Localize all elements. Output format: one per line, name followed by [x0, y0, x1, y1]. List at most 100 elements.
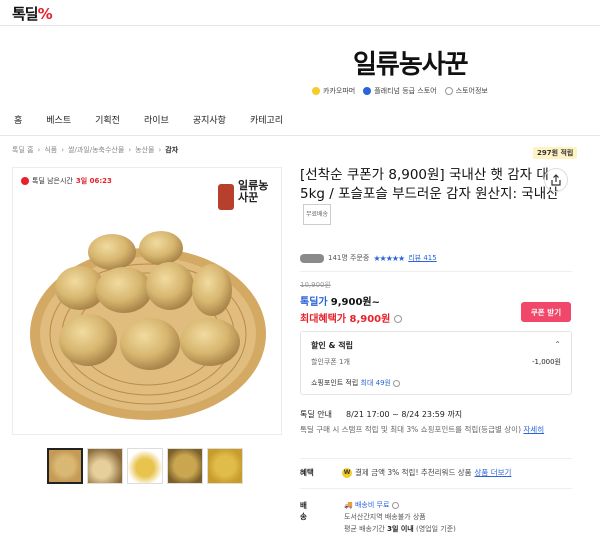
shopping-points: 쇼핑포인트 적립 최대 49원 — [311, 378, 401, 388]
deal-price-label: 톡딜가 — [300, 297, 328, 308]
platinum-badge-icon — [363, 87, 372, 95]
info-icon[interactable] — [393, 315, 402, 323]
deal-price: 톡딜가 9,900원~ — [300, 293, 380, 308]
store-link-platinum[interactable]: 플래티넘 등급 스토어 — [363, 86, 437, 96]
info-icon — [444, 87, 453, 95]
deal-note: 톡딜 구매 시 스탬프 적립 및 최대 3% 쇼핑포인트를 적립(등급별 상이)… — [300, 424, 580, 435]
max-price-label: 최대혜택가 — [300, 314, 346, 325]
info-icon[interactable] — [391, 501, 399, 509]
truck-icon: 🚚 — [344, 501, 353, 509]
thumbnail[interactable] — [167, 448, 203, 484]
product-image[interactable] — [14, 204, 282, 434]
store-link-label: 플래티넘 등급 스토어 — [374, 87, 437, 95]
points-label: 쇼핑포인트 적립 — [311, 379, 359, 387]
breadcrumb-item[interactable]: 톡딜 홈 — [12, 145, 34, 155]
divider — [300, 458, 572, 459]
nav-item-best[interactable]: 베스트 — [34, 113, 83, 126]
nav-item-live[interactable]: 라이브 — [132, 113, 181, 126]
info-icon[interactable] — [393, 379, 401, 387]
points-badge: 297원 적립 — [533, 147, 578, 159]
logo-text: 톡딜 — [12, 5, 39, 23]
original-price: 10,900원 — [300, 281, 331, 289]
potatoes — [55, 231, 240, 370]
chevron-right-icon: › — [61, 146, 65, 154]
thumbnail[interactable] — [127, 448, 163, 484]
chevron-right-icon: › — [37, 146, 41, 154]
deal-price-value: 9,900원~ — [330, 297, 381, 308]
discount-box: 할인 & 적립 ⌃ 할인쿠폰 1개 -1,000원 쇼핑포인트 적립 최대 49… — [300, 331, 572, 395]
points-max: 최대 49원 — [360, 379, 391, 387]
divider — [300, 271, 572, 272]
clock-icon — [21, 177, 29, 185]
reward-badge-icon: W — [342, 467, 352, 478]
avg-delivery-suffix: (영업일 기준) — [415, 525, 456, 533]
store-link-info[interactable]: 스토어정보 — [444, 86, 488, 96]
rating-stars: ★★★★★ — [373, 253, 405, 263]
coupon-label: 할인쿠폰 1개 — [311, 358, 350, 366]
nav-item-exhibition[interactable]: 기획전 — [83, 113, 132, 126]
divider — [300, 488, 572, 489]
nav-item-category[interactable]: 카테고리 — [238, 113, 295, 126]
review-row: 141명 주문중 ★★★★★ 리뷰 415 — [300, 253, 437, 263]
benefit-label: 혜택 — [300, 468, 314, 477]
buyer-avatars-icon — [300, 253, 324, 263]
free-shipping-line: 🚚 배송비 무료 — [344, 500, 564, 512]
avg-delivery-days: 3일 이내 — [387, 525, 414, 533]
max-price-value: 8,900원 — [349, 314, 391, 325]
chevron-right-icon: › — [158, 146, 162, 154]
thumbnail-strip — [47, 448, 243, 484]
breadcrumb-item[interactable]: 식품 — [44, 145, 57, 155]
deal-info-label: 톡딜 안내 — [300, 410, 332, 419]
benefit-more-link[interactable]: 상품 더보기 — [475, 467, 512, 478]
share-button[interactable] — [544, 168, 568, 192]
region-note: 도서산간지역 배송불가 상품 — [344, 513, 426, 521]
store-links: 카카오파머 플래티넘 등급 스토어 스토어정보 — [312, 86, 488, 96]
get-coupon-button[interactable]: 쿠폰 받기 — [521, 302, 571, 322]
max-benefit-price: 최대혜택가 8,900원 — [300, 310, 402, 325]
nav-item-notice[interactable]: 공지사항 — [181, 113, 238, 126]
timer-label: 톡딜 남은시간 — [32, 177, 73, 185]
free-shipping-text: 배송비 무료 — [354, 501, 390, 509]
kakao-farmer-icon — [312, 87, 320, 95]
thumbnail[interactable] — [207, 448, 243, 484]
review-link[interactable]: 리뷰 415 — [408, 253, 436, 263]
timer-value: 3일 06:23 — [75, 177, 112, 185]
benefit-value: W 결제 금액 3% 적립! 추천리워드 상품 상품 더보기 — [342, 467, 511, 478]
deal-info-period: 8/21 17:00 ~ 8/24 23:59 까지 — [345, 410, 463, 419]
breadcrumb-item[interactable]: 농산물 — [135, 145, 154, 155]
chevron-right-icon: › — [128, 146, 132, 154]
store-link-label: 스토어정보 — [455, 87, 488, 95]
product-title-text: [선착순 쿠폰가 8,900원] 국내산 햇 감자 대 5kg / 포슬포슬 부… — [300, 167, 559, 202]
store-link-kakao-farmer[interactable]: 카카오파머 — [312, 86, 355, 96]
brand-stamp-text: 일류농사꾼 — [238, 179, 269, 204]
deal-info: 톡딜 안내 8/21 17:00 ~ 8/24 23:59 까지 — [300, 409, 462, 420]
discount-header: 할인 & 적립 — [311, 341, 353, 350]
store-nav: 홈 베스트 기획전 라이브 공지사항 카테고리 — [0, 104, 600, 136]
breadcrumb: 톡딜 홈 › 식품 › 쌀/과일/농축수산물 › 농산물 › 감자 — [12, 145, 178, 155]
product-title: [선착순 쿠폰가 8,900원] 국내산 햇 감자 대 5kg / 포슬포슬 부… — [300, 166, 562, 225]
chevron-up-icon[interactable]: ⌃ — [554, 340, 561, 349]
product-image-card: 톡딜 남은시간 3일 06:23 일류농사꾼 — [12, 167, 282, 435]
logo-mark: % — [37, 5, 53, 23]
shipping-label: 배송 — [300, 501, 307, 521]
deal-note-text: 톡딜 구매 시 스탬프 적립 및 최대 3% 쇼핑포인트를 적립(등급별 상이) — [300, 425, 521, 434]
top-bar: 톡딜% — [0, 0, 600, 26]
free-shipping-tag: 무료배송 — [303, 204, 332, 225]
share-icon — [551, 174, 561, 186]
avg-delivery: 평균 배송기간 3일 이내 (영업일 기준) — [344, 524, 564, 536]
nav-item-home[interactable]: 홈 — [0, 113, 34, 126]
deal-more-link[interactable]: 자세히 — [523, 425, 544, 434]
breadcrumb-item[interactable]: 쌀/과일/농축수산물 — [68, 145, 124, 155]
orders-count: 141명 주문중 — [328, 254, 370, 262]
breadcrumb-current: 감자 — [165, 146, 179, 154]
store-name[interactable]: 일류농사꾼 — [353, 44, 469, 81]
shipping-details: 🚚 배송비 무료 도서산간지역 배송불가 상품 평균 배송기간 3일 이내 (영… — [344, 500, 564, 536]
thumbnail[interactable] — [47, 448, 83, 484]
benefit-text: 결제 금액 3% 적립! 추천리워드 상품 — [355, 468, 472, 477]
tokdeal-logo[interactable]: 톡딜% — [12, 3, 53, 24]
avg-delivery-prefix: 평균 배송기간 — [344, 525, 385, 533]
store-link-label: 카카오파머 — [323, 87, 356, 95]
thumbnail[interactable] — [87, 448, 123, 484]
deal-timer: 톡딜 남은시간 3일 06:23 — [21, 176, 112, 186]
benefit-row: 혜택 W 결제 금액 3% 적립! 추천리워드 상품 상품 더보기 — [300, 467, 511, 478]
